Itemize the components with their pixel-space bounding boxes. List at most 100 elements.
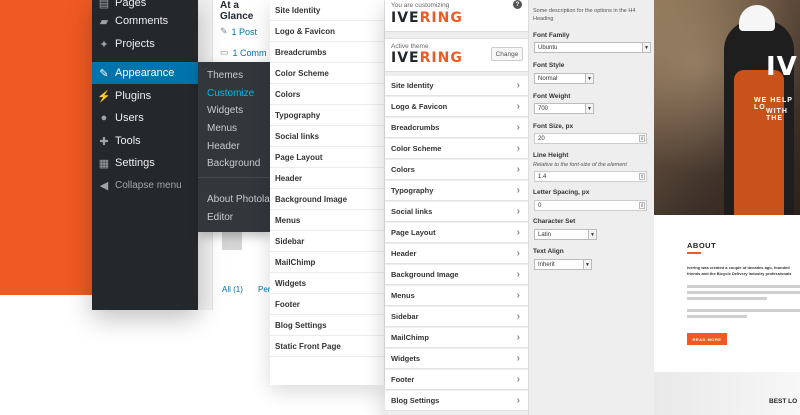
submenu-divider [198,177,270,178]
section-menus[interactable]: Menus › [385,286,528,306]
comment-count-link[interactable]: 1 Comm [233,48,267,58]
section-colors[interactable]: Colors › [385,160,528,180]
brush-icon: ✎ [99,67,109,80]
change-theme-button[interactable]: Change [491,47,523,61]
section-page-layout[interactable]: Page Layout [270,147,385,168]
body-text-line [687,285,800,288]
appearance-submenu: Themes Customize Widgets Menus Header Ba… [198,62,275,232]
active-theme-label: Active theme [391,43,429,50]
section-header[interactable]: Header › [385,244,528,264]
section-footer[interactable]: Footer › [385,370,528,390]
section-blog-settings[interactable]: Blog Settings [270,315,385,336]
menu-item-plugins[interactable]: ⚡ Plugins [92,85,198,107]
letter-spacing-value: 0 [538,202,542,209]
section-logo-favicon[interactable]: Logo & Favicon [270,21,385,42]
menu-item-appearance[interactable]: ✎ Appearance [92,62,198,84]
menu-item-tools[interactable]: ✚ Tools [92,130,198,152]
chevron-right-icon: › [516,164,520,175]
submenu-header[interactable]: Header [207,141,240,152]
section-static-front-page[interactable]: Static Front Page [270,336,385,357]
letter-spacing-input[interactable]: 0 ⇕ [534,200,647,211]
section-blog-settings[interactable]: Blog Settings › [385,391,528,411]
submenu-background[interactable]: Background [207,158,260,169]
font-size-label: Font Size, px [533,123,574,130]
charset-select[interactable]: Latin ▼ [534,229,597,240]
section-color-scheme[interactable]: Color Scheme › [385,139,528,159]
post-count-row[interactable]: ✎ 1 Post [220,26,257,37]
read-more-button[interactable]: READ MORE [687,333,727,345]
section-widgets[interactable]: Widgets [270,273,385,294]
best-section-title: BEST LO [769,398,798,405]
text-align-select[interactable]: Inherit ▼ [534,259,592,270]
section-mailchimp[interactable]: MailChimp [270,252,385,273]
menu-item-label: Projects [115,38,155,50]
section-header[interactable]: Header [270,168,385,189]
section-page-layout[interactable]: Page Layout › [385,223,528,243]
menu-item-projects[interactable]: ✦ Projects [92,33,198,55]
section-typography[interactable]: Typography › [385,181,528,201]
line-height-value: 1.4 [538,173,547,180]
submenu-menus[interactable]: Menus [207,123,237,134]
comment-count-row[interactable]: ▭ 1 Comm [220,47,267,58]
filter-all-link[interactable]: All (1) [222,285,243,294]
chevron-right-icon: › [516,206,520,217]
font-style-select[interactable]: Normal ▼ [534,73,594,84]
section-footer[interactable]: Footer [270,294,385,315]
menu-item-label: Settings [115,157,155,169]
section-sidebar[interactable]: Sidebar › [385,307,528,327]
section-label: Header [391,249,417,258]
menu-item-users[interactable]: ● Users [92,107,198,129]
chevron-right-icon: › [516,353,520,364]
chevron-right-icon: › [516,332,520,343]
section-menus[interactable]: Menus [270,210,385,231]
section-social-links[interactable]: Social links › [385,202,528,222]
submenu-themes[interactable]: Themes [207,70,243,81]
section-color-scheme[interactable]: Color Scheme [270,63,385,84]
submenu-editor[interactable]: Editor [207,212,233,223]
section-logo-favicon[interactable]: Logo & Favicon › [385,97,528,117]
font-size-input[interactable]: 20 ⇕ [534,133,647,144]
section-label: Social links [391,207,433,216]
section-widgets[interactable]: Widgets › [385,349,528,369]
font-family-value: Ubuntu [538,44,558,51]
section-social-links[interactable]: Social links [270,126,385,147]
section-background-image[interactable]: Background Image › [385,265,528,285]
section-site-identity[interactable]: Site Identity › [385,76,528,96]
submenu-widgets[interactable]: Widgets [207,105,243,116]
section-label: MailChimp [391,333,429,342]
line-height-input[interactable]: 1.4 ⇕ [534,171,647,182]
text-align-value: Inherit [538,261,555,268]
menu-item-settings[interactable]: ▦ Settings [92,152,198,174]
section-colors[interactable]: Colors [270,84,385,105]
section-background-image[interactable]: Background Image [270,189,385,210]
letter-spacing-label: Letter Spacing, px [533,189,590,196]
hero-subtitle-2: WITH THE [766,108,788,122]
submenu-customize[interactable]: Customize [207,88,254,99]
customizer-panel-sections: Site Identity Logo & Favicon Breadcrumbs… [270,0,385,385]
section-label: Colors [391,165,415,174]
section-breadcrumbs[interactable]: Breadcrumbs › [385,118,528,138]
section-breadcrumbs[interactable]: Breadcrumbs [270,42,385,63]
customizer-header: You are customizing IVERING ? [385,0,528,32]
spinner-icon[interactable]: ⇕ [639,135,645,142]
help-icon[interactable]: ? [513,0,522,9]
spinner-icon[interactable]: ⇕ [639,202,645,209]
section-label: Sidebar [391,312,419,321]
post-count-link[interactable]: 1 Post [232,27,258,37]
section-label: Footer [391,375,415,384]
section-typography[interactable]: Typography [270,105,385,126]
chevron-right-icon: › [516,395,520,406]
font-weight-select[interactable]: 700 ▼ [534,103,594,114]
section-site-identity[interactable]: Site Identity [270,0,385,21]
settings-icon: ▦ [98,157,110,170]
submenu-about-photolab[interactable]: About Photolab [207,194,275,205]
section-description: Some description for the options in the … [533,8,636,22]
section-mailchimp[interactable]: MailChimp › [385,328,528,348]
menu-item-comments[interactable]: ▰ Comments [92,10,198,32]
collapse-menu-button[interactable]: ◀ Collapse menu [92,174,198,196]
section-sidebar[interactable]: Sidebar [270,231,385,252]
font-family-select[interactable]: Ubuntu ▼ [534,42,651,53]
spinner-icon[interactable]: ⇕ [639,173,645,180]
chevron-right-icon: › [516,185,520,196]
logo-part-b: RING [419,10,463,26]
